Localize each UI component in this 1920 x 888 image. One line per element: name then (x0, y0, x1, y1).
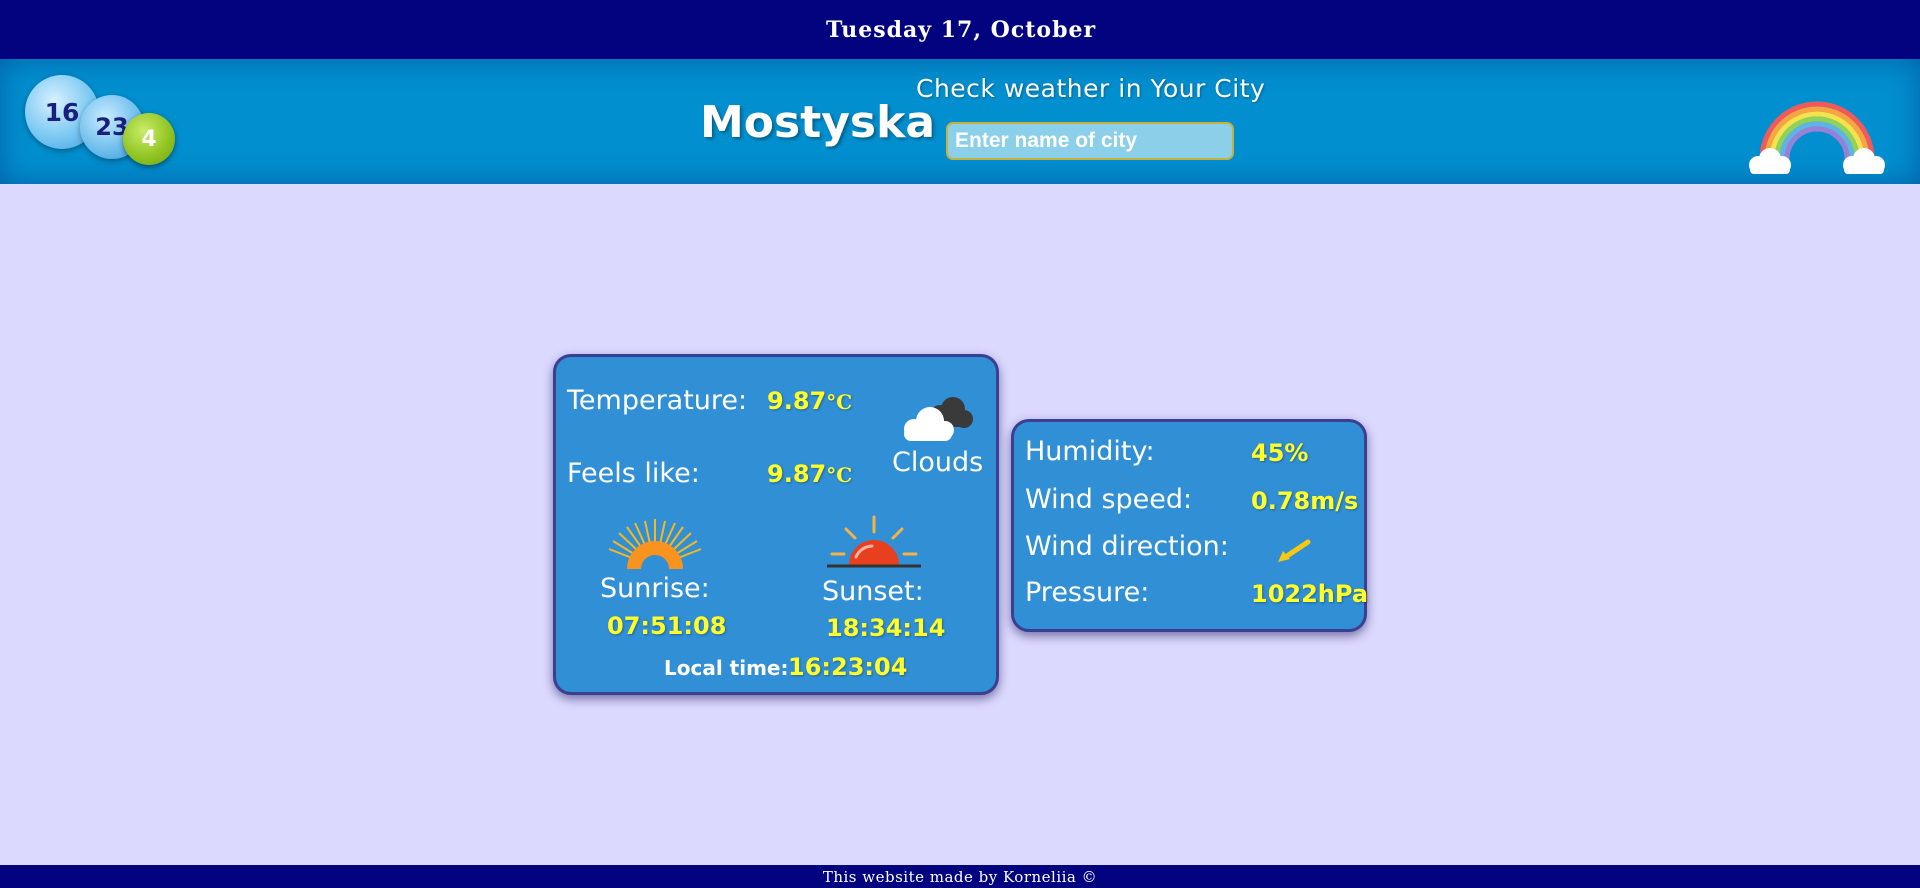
sunrise-icon (605, 517, 705, 576)
clouds-icon (898, 395, 974, 449)
condition-label: Clouds (892, 447, 984, 478)
search-heading: Check weather in Your City (916, 74, 1266, 103)
humidity-label: Humidity: (1025, 436, 1155, 467)
sunset-label: Sunset: (822, 576, 924, 607)
pressure-label: Pressure: (1025, 577, 1150, 608)
wind-arrow-icon (1276, 538, 1312, 568)
temperature-value: 9.87°C (767, 387, 853, 415)
clock-seconds: 4 (123, 113, 175, 165)
feels-like-label: Feels like: (567, 458, 700, 489)
temperature-label: Temperature: (567, 385, 748, 416)
wind-speed-value: 0.78m/s (1251, 487, 1359, 515)
sunset-icon (824, 514, 924, 574)
header: 16 23 4 Mostyska Check weather in Your C… (0, 59, 1920, 184)
weather-card: Temperature: 9.87°C Feels like: 9.87°C C… (553, 354, 999, 695)
wind-direction-label: Wind direction: (1025, 531, 1229, 562)
wind-speed-label: Wind speed: (1025, 484, 1193, 515)
rainbow-clouds-icon (1742, 79, 1892, 183)
local-time-value: 16:23:04 (788, 653, 908, 681)
feels-like-unit: °C (826, 463, 853, 487)
footer: This website made by Korneliia © (0, 865, 1920, 888)
pressure-value: 1022hPa (1251, 580, 1369, 608)
sunrise-value: 07:51:08 (607, 612, 727, 640)
local-time-label: Local time: (664, 656, 789, 680)
details-card: Humidity: 45% Wind speed: 0.78m/s Wind d… (1011, 419, 1369, 632)
sunrise-label: Sunrise: (600, 573, 710, 604)
city-title: Mostyska (700, 97, 936, 148)
humidity-value: 45% (1251, 439, 1309, 467)
date-bar: Tuesday 17, October (0, 0, 1920, 59)
footer-credit: This website made by Korneliia © (822, 867, 1098, 886)
temperature-unit: °C (826, 390, 853, 414)
city-search-input[interactable] (946, 122, 1234, 160)
current-date: Tuesday 17, October (825, 16, 1097, 43)
feels-like-value: 9.87°C (767, 460, 853, 488)
bubble-clock: 16 23 4 (0, 59, 200, 184)
sunset-value: 18:34:14 (826, 614, 946, 642)
